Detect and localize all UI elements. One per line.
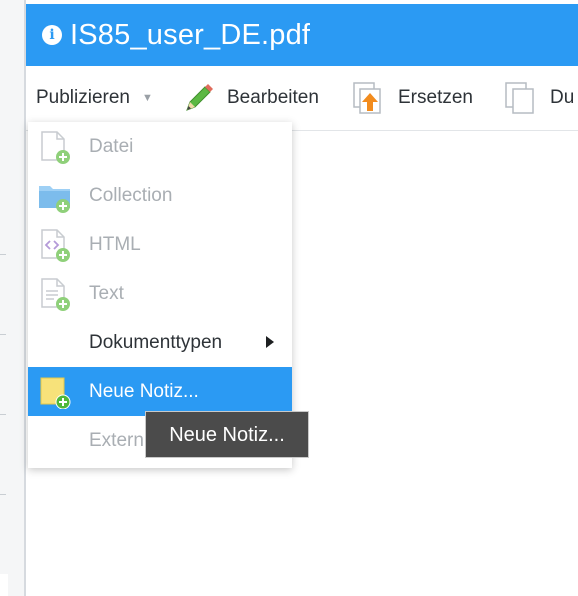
- document-title: IS85_user_DE.pdf: [70, 18, 311, 51]
- replace-button[interactable]: Ersetzen: [352, 66, 473, 130]
- menu-item-label: Text: [89, 282, 124, 304]
- menu-item-label: Extern: [89, 429, 144, 451]
- document-title-bar: i IS85_user_DE.pdf: [26, 4, 578, 66]
- text-file-add-icon: [41, 278, 70, 311]
- chevron-down-icon: ▼: [142, 92, 153, 104]
- duplicate-button[interactable]: Du: [504, 66, 574, 130]
- menu-item-html[interactable]: HTML: [28, 220, 292, 269]
- sidebar-divider: [0, 334, 6, 335]
- edit-button[interactable]: Bearbeiten: [183, 66, 319, 130]
- menu-item-label: Collection: [89, 184, 173, 206]
- menu-item-label: Neue Notiz...: [89, 380, 199, 402]
- duplicate-label: Du: [550, 87, 575, 108]
- replace-file-icon: [353, 82, 381, 114]
- sidebar-divider: [0, 254, 6, 255]
- html-file-add-icon: [41, 229, 70, 262]
- menu-item-neue-notiz[interactable]: Neue Notiz...: [28, 367, 292, 416]
- sidebar-divider: [0, 414, 6, 415]
- publish-button[interactable]: Publizieren ▼: [36, 66, 153, 130]
- menu-item-dokumenttypen[interactable]: Dokumenttypen: [28, 318, 292, 367]
- duplicate-icon: [505, 82, 534, 114]
- replace-label: Ersetzen: [398, 87, 473, 108]
- menu-item-text[interactable]: Text: [28, 269, 292, 318]
- menu-item-label: HTML: [89, 233, 141, 255]
- note-add-icon: [40, 377, 71, 409]
- sidebar-bottom: [0, 574, 8, 596]
- sidebar-edge: [0, 0, 24, 596]
- pencil-icon: [186, 84, 213, 111]
- menu-item-collection[interactable]: Collection: [28, 171, 292, 220]
- info-icon[interactable]: i: [42, 25, 62, 45]
- menu-item-datei[interactable]: Datei: [28, 122, 292, 171]
- sidebar-divider: [0, 494, 6, 495]
- folder-add-icon: [39, 186, 70, 213]
- edit-label: Bearbeiten: [227, 87, 319, 108]
- menu-item-label: Dokumenttypen: [89, 331, 223, 353]
- submenu-arrow-icon: [266, 336, 274, 348]
- tooltip: Neue Notiz...: [145, 411, 309, 458]
- publish-label: Publizieren: [36, 87, 130, 108]
- file-add-icon: [41, 131, 70, 164]
- menu-item-label: Datei: [89, 135, 134, 157]
